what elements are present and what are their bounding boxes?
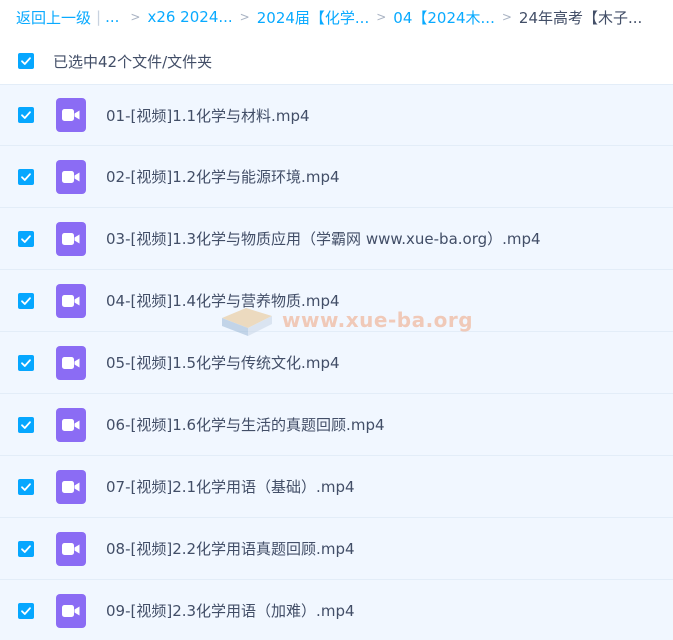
file-name[interactable]: 03-[视频]1.3化学与物质应用（学霸网 www.xue-ba.org）.mp… — [106, 228, 541, 249]
check-icon — [21, 172, 31, 181]
file-checkbox[interactable] — [18, 540, 34, 557]
file-checkbox[interactable] — [18, 478, 34, 495]
file-row[interactable]: 03-[视频]1.3化学与物质应用（学霸网 www.xue-ba.org）.mp… — [0, 208, 673, 270]
back-link[interactable]: 返回上一级 — [16, 7, 91, 28]
video-file-icon — [56, 345, 86, 380]
video-file-icon — [56, 531, 86, 566]
file-checkbox[interactable] — [18, 107, 34, 123]
breadcrumb-item-3[interactable]: 04【2024木... — [393, 7, 495, 28]
select-all-bar: 已选中42个文件/文件夹 — [0, 42, 673, 80]
breadcrumb-item-1[interactable]: x26 2024... — [147, 8, 232, 26]
file-name[interactable]: 07-[视频]2.1化学用语（基础）.mp4 — [106, 476, 355, 497]
file-name[interactable]: 05-[视频]1.5化学与传统文化.mp4 — [106, 352, 340, 373]
breadcrumb: 返回上一级 | ... > x26 2024... > 2024届【化学... … — [0, 0, 673, 34]
file-checkbox[interactable] — [18, 168, 34, 185]
file-name[interactable]: 09-[视频]2.3化学用语（加难）.mp4 — [106, 600, 355, 621]
check-icon — [21, 544, 31, 553]
file-checkbox[interactable] — [18, 230, 34, 247]
breadcrumb-arrow-icon: > — [239, 10, 250, 24]
check-icon — [21, 482, 31, 491]
file-row[interactable]: 01-[视频]1.1化学与材料.mp4 — [0, 84, 673, 146]
file-name[interactable]: 02-[视频]1.2化学与能源环境.mp4 — [106, 166, 340, 187]
breadcrumb-item-2[interactable]: 2024届【化学... — [257, 7, 369, 28]
check-icon — [21, 234, 31, 243]
file-checkbox[interactable] — [18, 354, 34, 371]
breadcrumb-arrow-icon: > — [376, 10, 387, 24]
file-list: 01-[视频]1.1化学与材料.mp4 02-[视频]1.2化学与能源环境.mp… — [0, 84, 673, 640]
file-row[interactable]: 06-[视频]1.6化学与生活的真题回顾.mp4 — [0, 394, 673, 456]
file-name[interactable]: 08-[视频]2.2化学用语真题回顾.mp4 — [106, 538, 355, 559]
check-icon — [21, 296, 31, 305]
file-name[interactable]: 06-[视频]1.6化学与生活的真题回顾.mp4 — [106, 414, 385, 435]
file-row[interactable]: 02-[视频]1.2化学与能源环境.mp4 — [0, 146, 673, 208]
check-icon — [21, 111, 31, 119]
file-checkbox[interactable] — [18, 292, 34, 309]
check-icon — [21, 57, 31, 65]
video-file-icon — [56, 469, 86, 504]
video-file-icon — [56, 283, 86, 318]
breadcrumb-ellipsis[interactable]: ... — [105, 8, 119, 26]
breadcrumb-arrow-icon: > — [130, 10, 141, 24]
check-icon — [21, 420, 31, 429]
file-name[interactable]: 01-[视频]1.1化学与材料.mp4 — [106, 105, 310, 126]
file-row[interactable]: 08-[视频]2.2化学用语真题回顾.mp4 — [0, 518, 673, 580]
file-row[interactable]: 04-[视频]1.4化学与营养物质.mp4 — [0, 270, 673, 332]
video-file-icon — [56, 159, 86, 194]
check-icon — [21, 358, 31, 367]
video-file-icon — [56, 98, 86, 132]
select-all-checkbox[interactable] — [18, 53, 34, 69]
video-file-icon — [56, 593, 86, 628]
file-checkbox[interactable] — [18, 602, 34, 619]
file-row[interactable]: 09-[视频]2.3化学用语（加难）.mp4 — [0, 580, 673, 640]
file-checkbox[interactable] — [18, 416, 34, 433]
video-file-icon — [56, 221, 86, 256]
check-icon — [21, 606, 31, 615]
file-row[interactable]: 05-[视频]1.5化学与传统文化.mp4 — [0, 332, 673, 394]
selection-count-label: 已选中42个文件/文件夹 — [53, 52, 213, 71]
video-file-icon — [56, 407, 86, 442]
file-name[interactable]: 04-[视频]1.4化学与营养物质.mp4 — [106, 290, 340, 311]
breadcrumb-current: 24年高考【木子... — [518, 8, 643, 27]
breadcrumb-arrow-icon: > — [501, 10, 512, 24]
breadcrumb-separator: | — [96, 8, 102, 26]
file-row[interactable]: 07-[视频]2.1化学用语（基础）.mp4 — [0, 456, 673, 518]
